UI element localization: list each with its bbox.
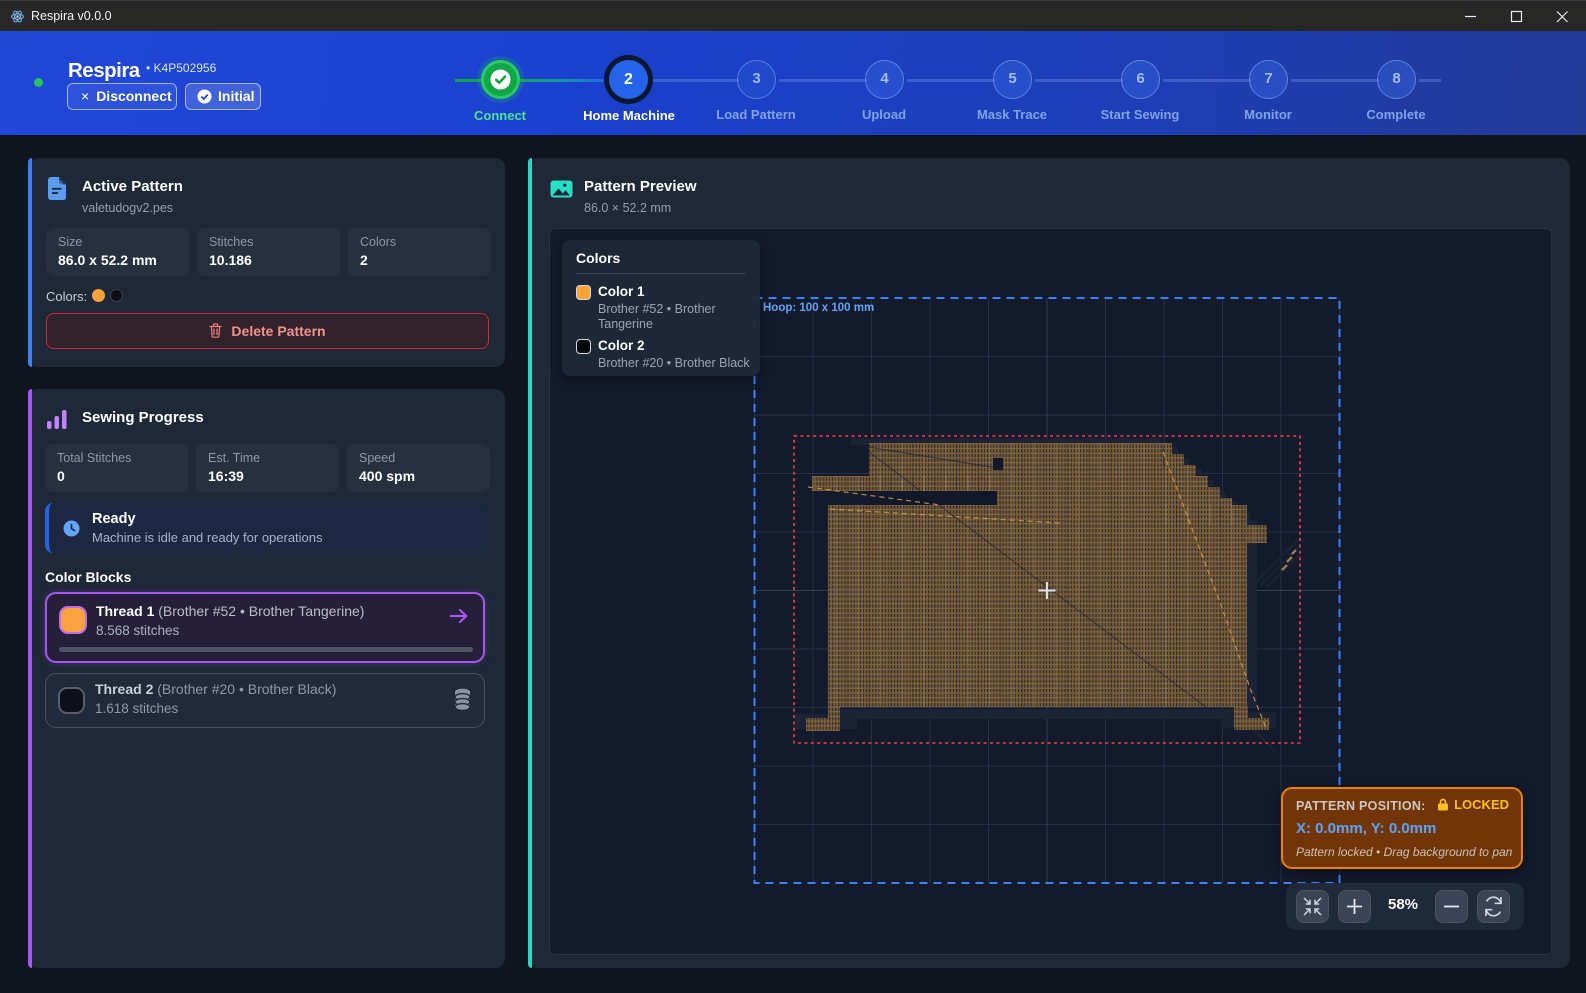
- svg-text:Hoop: 100 x 100 mm: Hoop: 100 x 100 mm: [763, 302, 874, 314]
